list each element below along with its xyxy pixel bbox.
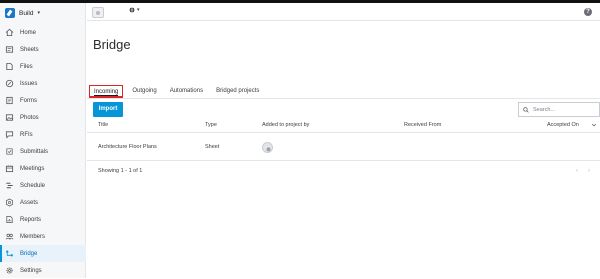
sidebar-item-label: Bridge <box>20 250 38 257</box>
project-selector-button[interactable] <box>92 7 104 18</box>
sidebar-item-home[interactable]: Home <box>0 24 86 41</box>
chevron-down-icon[interactable] <box>591 122 597 128</box>
sidebar: Build ▾ Home Sheets Files Issues Forms P… <box>0 3 86 278</box>
sidebar-item-settings[interactable]: Settings <box>0 262 86 279</box>
table-header: Title Type Added to project by Received … <box>87 117 600 133</box>
sidebar-item-label: Forms <box>20 97 37 104</box>
sidebar-item-label: Members <box>20 233 46 240</box>
sidebar-item-bridge[interactable]: Bridge <box>0 245 86 262</box>
chevron-left-icon[interactable]: ‹ <box>576 168 578 174</box>
tab-bar: Incoming Outgoing Automations Bridged pr… <box>89 85 272 98</box>
tab-automations[interactable]: Automations <box>170 85 203 98</box>
assets-icon <box>5 198 14 207</box>
sidebar-item-label: Home <box>20 29 37 36</box>
column-header-added-by[interactable]: Added to project by <box>262 117 309 133</box>
sidebar-item-issues[interactable]: Issues <box>0 75 86 92</box>
sidebar-item-forms[interactable]: Forms <box>0 92 86 109</box>
sidebar-item-label: Schedule <box>20 182 46 189</box>
app-switcher[interactable]: Build ▾ <box>0 3 86 23</box>
sidebar-item-meetings[interactable]: Meetings <box>0 160 86 177</box>
sidebar-item-label: Photos <box>20 114 39 121</box>
cell-type: Sheet <box>205 144 220 150</box>
sidebar-item-members[interactable]: Members <box>0 228 86 245</box>
submittals-icon <box>5 147 14 156</box>
sheets-icon <box>5 45 14 54</box>
sidebar-item-submittals[interactable]: Submittals <box>0 143 86 160</box>
bridge-icon <box>5 249 14 258</box>
tab-bridged-projects[interactable]: Bridged projects <box>216 85 259 98</box>
sidebar-item-label: Submittals <box>20 148 49 155</box>
rfis-icon <box>5 130 14 139</box>
pagination-controls: ‹ › <box>576 168 590 174</box>
sidebar-item-assets[interactable]: Assets <box>0 194 86 211</box>
column-header-title[interactable]: Title <box>98 117 108 133</box>
top-bar: ▾ ? <box>87 3 600 21</box>
chevron-right-icon[interactable]: › <box>588 168 590 174</box>
search-icon <box>523 106 529 113</box>
globe-dropdown[interactable]: ▾ <box>129 7 140 13</box>
files-icon <box>5 62 14 71</box>
forms-icon <box>5 96 14 105</box>
tab-incoming[interactable]: Incoming <box>89 85 124 98</box>
sidebar-item-sheets[interactable]: Sheets <box>0 41 86 58</box>
settings-icon <box>5 266 14 275</box>
schedule-icon <box>5 181 14 190</box>
app-name: Build <box>19 9 34 17</box>
sidebar-item-label: Reports <box>20 216 42 223</box>
table-footer: Showing 1 - 1 of 1 ‹ › <box>87 162 600 182</box>
project-icon <box>96 10 100 15</box>
reports-icon <box>5 215 14 224</box>
search-box <box>518 102 600 117</box>
sidebar-item-files[interactable]: Files <box>0 58 86 75</box>
members-icon <box>5 232 14 241</box>
sidebar-item-label: Sheets <box>20 46 39 53</box>
sidebar-item-reports[interactable]: Reports <box>0 211 86 228</box>
column-header-accepted-on[interactable]: Accepted On <box>547 117 579 133</box>
chevron-down-icon: ▾ <box>137 7 140 13</box>
sidebar-item-photos[interactable]: Photos <box>0 109 86 126</box>
sidebar-item-schedule[interactable]: Schedule <box>0 177 86 194</box>
tab-label: Incoming <box>94 89 119 96</box>
table-row[interactable]: Architecture Floor Plans Sheet <box>87 134 600 161</box>
tab-outgoing[interactable]: Outgoing <box>132 85 156 98</box>
sidebar-item-label: RFIs <box>20 131 33 138</box>
sidebar-nav: Home Sheets Files Issues Forms Photos RF… <box>0 24 86 279</box>
column-header-type[interactable]: Type <box>205 117 217 133</box>
sidebar-item-label: Files <box>20 63 33 70</box>
column-header-received-from[interactable]: Received From <box>404 117 441 133</box>
sidebar-item-rfis[interactable]: RFIs <box>0 126 86 143</box>
import-button[interactable]: Import <box>93 102 123 117</box>
build-logo-icon <box>5 8 15 18</box>
home-icon <box>5 28 14 37</box>
meetings-icon <box>5 164 14 173</box>
pagination-summary: Showing 1 - 1 of 1 <box>98 168 143 174</box>
page-title: Bridge <box>93 37 131 52</box>
sidebar-item-label: Issues <box>20 80 38 87</box>
search-input[interactable] <box>533 106 598 113</box>
tab-divider <box>87 98 600 99</box>
globe-icon <box>129 7 135 13</box>
photos-icon <box>5 113 14 122</box>
issues-icon <box>5 79 14 88</box>
chevron-down-icon: ▾ <box>37 10 40 16</box>
sidebar-item-label: Settings <box>20 267 42 274</box>
sidebar-item-label: Meetings <box>20 165 45 172</box>
user-avatar-icon <box>262 142 273 153</box>
help-icon[interactable]: ? <box>584 8 592 16</box>
sidebar-item-label: Assets <box>20 199 39 206</box>
main-content: Bridge Incoming Outgoing Automations Bri… <box>87 22 600 278</box>
cell-title: Architecture Floor Plans <box>98 144 157 150</box>
